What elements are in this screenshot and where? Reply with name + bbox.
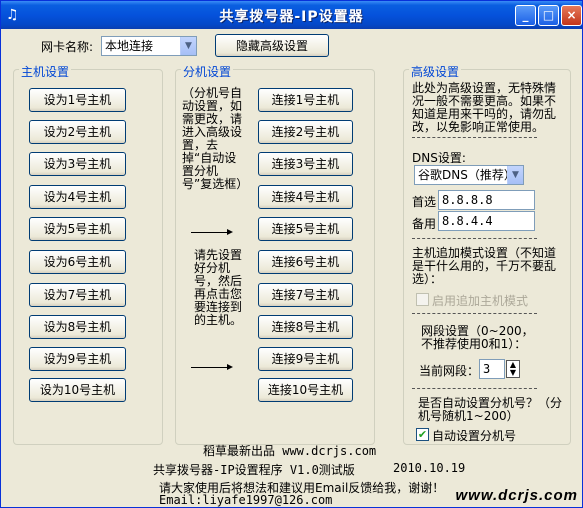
footer-date: 2010.10.19: [393, 461, 466, 475]
append-mode-intro: 主机追加模式设置（不知道是干什么用的，千万不要乱选）：: [412, 246, 557, 286]
advanced-intro-text: 此处为高级设置，无特殊情况一般不需要更高。如果不知道是用来干吗的，请勿乱改，以免…: [412, 81, 557, 134]
connect-host-9-button[interactable]: 连接9号主机: [258, 347, 353, 371]
set-host-6-button[interactable]: 设为6号主机: [29, 250, 126, 274]
nic-label: 网卡名称:: [41, 40, 94, 54]
set-host-9-button[interactable]: 设为9号主机: [29, 347, 126, 371]
segment-intro-text: 网段设置（0~200，不推荐使用0和1）：: [421, 324, 534, 351]
set-host-3-button[interactable]: 设为3号主机: [29, 152, 126, 176]
window-content: 网卡名称: 本地连接 ▼ 隐藏高级设置 主机设置 设为1号主机 设为2号主机 设…: [1, 29, 582, 507]
chevron-down-icon[interactable]: ▼: [507, 166, 523, 184]
set-host-7-button[interactable]: 设为7号主机: [29, 283, 126, 307]
footer-email: Email:liyafe1997@126.com: [159, 493, 333, 507]
secondary-dns-label: 备用: [412, 217, 437, 231]
set-host-5-button[interactable]: 设为5号主机: [29, 217, 126, 241]
maximize-button[interactable]: □: [538, 5, 559, 26]
connect-host-1-button[interactable]: 连接1号主机: [258, 88, 353, 112]
connect-host-2-button[interactable]: 连接2号主机: [258, 120, 353, 144]
separator: [412, 388, 537, 389]
auto-extension-intro: 是否自动设置分机号？（分机号随机1~200）: [418, 396, 563, 423]
app-window: ♫ 共享拨号器-IP设置器 _ □ × 网卡名称: 本地连接 ▼ 隐藏高级设置 …: [0, 0, 583, 508]
segment-label: 当前网段：: [419, 364, 480, 378]
window-title: 共享拨号器-IP设置器: [219, 9, 364, 25]
arrow-right-icon: [191, 364, 233, 370]
minimize-button[interactable]: _: [515, 5, 536, 26]
advanced-settings-legend: 高级设置: [409, 63, 462, 80]
connect-host-10-button[interactable]: 连接10号主机: [258, 378, 353, 402]
auto-extension-checkbox[interactable]: ✔: [416, 428, 429, 441]
dns-select-value: 谷歌DNS（推荐）: [418, 168, 516, 182]
set-host-8-button[interactable]: 设为8号主机: [29, 315, 126, 339]
segment-input[interactable]: 3: [479, 359, 505, 379]
connect-host-7-button[interactable]: 连接7号主机: [258, 283, 353, 307]
chevron-down-icon[interactable]: ▼: [180, 37, 196, 55]
connect-host-6-button[interactable]: 连接6号主机: [258, 250, 353, 274]
host-settings-legend: 主机设置: [19, 63, 72, 80]
connect-host-3-button[interactable]: 连接3号主机: [258, 152, 353, 176]
primary-dns-input[interactable]: 8.8.8.8: [438, 190, 535, 210]
separator: [412, 238, 537, 239]
auto-extension-note: （分机号自动设置，如需更改，请进入高级设置，去掉“自动设置分机号”复选框）: [182, 86, 249, 191]
primary-dns-label: 首选: [412, 195, 437, 209]
footer-credit: 稻草最新出品 www.dcrjs.com: [203, 444, 377, 458]
dns-select[interactable]: 谷歌DNS（推荐） ▼: [414, 165, 524, 185]
segment-spinner[interactable]: ▲ ▼: [506, 360, 520, 378]
separator: [412, 313, 537, 314]
set-host-10-button[interactable]: 设为10号主机: [29, 378, 126, 402]
close-button[interactable]: ×: [561, 5, 582, 26]
append-mode-label: 启用追加主机模式: [432, 294, 529, 308]
footer-app-version: 共享拨号器-IP设置程序 V1.0测试版: [153, 463, 355, 477]
auto-extension-label: 自动设置分机号: [432, 429, 517, 443]
slave-settings-legend: 分机设置: [181, 63, 234, 80]
separator: [412, 137, 537, 138]
connect-instructions-note: 请先设置好分机号，然后再点击您要连接到的主机。: [194, 248, 243, 327]
set-host-1-button[interactable]: 设为1号主机: [29, 88, 126, 112]
set-host-2-button[interactable]: 设为2号主机: [29, 120, 126, 144]
nic-select[interactable]: 本地连接 ▼: [101, 36, 197, 56]
dns-label: DNS设置:: [412, 151, 466, 165]
nic-select-value: 本地连接: [105, 39, 154, 53]
connect-host-4-button[interactable]: 连接4号主机: [258, 185, 353, 209]
hide-advanced-button[interactable]: 隐藏高级设置: [215, 34, 329, 57]
title-bar[interactable]: ♫ 共享拨号器-IP设置器 _ □ ×: [1, 1, 582, 29]
connect-host-5-button[interactable]: 连接5号主机: [258, 217, 353, 241]
append-mode-checkbox[interactable]: [416, 293, 429, 306]
secondary-dns-input[interactable]: 8.8.4.4: [438, 211, 535, 231]
set-host-4-button[interactable]: 设为4号主机: [29, 185, 126, 209]
connect-host-8-button[interactable]: 连接8号主机: [258, 315, 353, 339]
site-watermark: www.dcrjs.com: [455, 487, 578, 504]
arrow-right-icon: [191, 229, 233, 235]
